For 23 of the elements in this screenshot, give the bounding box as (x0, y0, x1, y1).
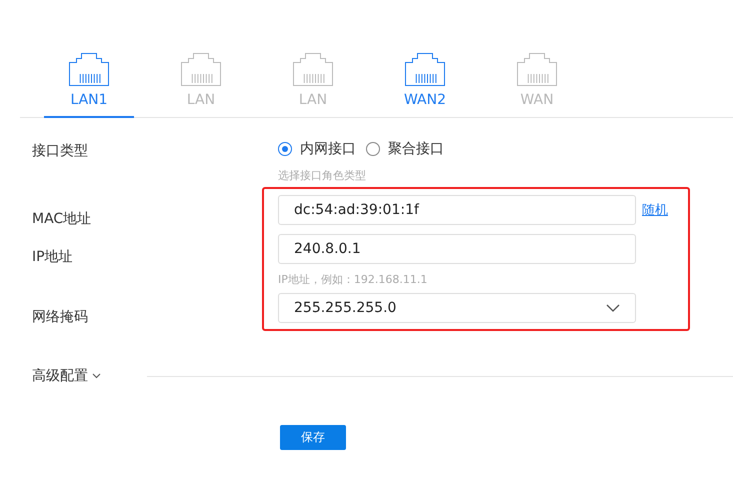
ip-field[interactable]: 240.8.0.1 (278, 234, 636, 264)
random-link[interactable]: 随机 (642, 201, 668, 219)
ethernet-port-icon (292, 52, 334, 86)
port-tab[interactable]: WAN2 (380, 52, 470, 118)
ethernet-port-icon (404, 52, 446, 86)
radio-option[interactable]: 内网接口 (278, 140, 356, 158)
field-label: MAC地址 (32, 210, 92, 228)
hint-text: 选择接口角色类型 (278, 168, 367, 183)
field-label: 网络掩码 (32, 308, 89, 326)
ethernet-port-icon (516, 52, 558, 86)
mask-select[interactable]: 255.255.255.0 (278, 293, 636, 323)
mac-field[interactable]: dc:54:ad:39:01:1f (278, 195, 636, 225)
port-tab[interactable]: LAN1 (44, 52, 134, 118)
chevron-down-icon (92, 373, 101, 379)
advanced-toggle[interactable]: 高级配置 (32, 367, 101, 385)
save-button[interactable]: 保存 (280, 425, 346, 450)
radio-option[interactable]: 聚合接口 (366, 140, 444, 158)
field-label: 接口类型 (32, 142, 89, 160)
chevron-down-icon (606, 304, 620, 312)
ethernet-port-icon (180, 52, 222, 86)
ethernet-port-icon (68, 52, 110, 86)
hint-text: IP地址，例如：192.168.11.1 (278, 272, 428, 287)
field-label: IP地址 (32, 248, 74, 266)
